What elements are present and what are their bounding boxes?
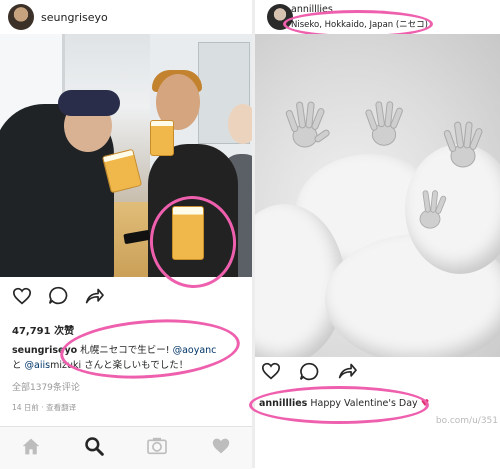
caption-mention[interactable]: @aiis [25,360,51,371]
share-icon[interactable] [84,287,104,305]
post-actions [261,362,357,385]
handprint-icon [285,101,330,148]
annotation-circle [58,313,242,385]
username[interactable]: seungriseyo [41,11,108,24]
handprint-icon [443,121,483,168]
activity-heart-icon[interactable] [211,437,231,459]
avatar[interactable] [8,4,34,30]
heart-icon[interactable] [12,287,32,305]
beer-mug [150,120,174,156]
search-icon[interactable] [84,436,104,460]
view-comments-link[interactable]: 全部1379条评论 [12,380,80,393]
annotation-circle [249,386,429,424]
left-post: seungriseyo 47,791 次赞 seungriseyo 札幌ニセコで… [0,0,252,469]
comment-icon[interactable] [48,286,68,305]
handprint-icon [419,190,447,229]
caption-prefix: と [12,360,22,371]
camera-icon[interactable] [146,437,168,459]
bottom-nav [0,426,252,469]
comment-icon[interactable] [299,362,319,385]
right-post: annilllies Niseko, Hokkaido, Japan (ニセコ) [249,0,500,468]
heart-icon[interactable] [261,362,281,385]
like-count[interactable]: 47,791 次赞 [12,322,74,337]
home-icon[interactable] [21,437,41,460]
post-timestamp: 14 日前 · 查看翻译 [12,403,77,412]
photo-face-right [228,104,252,144]
handprint-icon [365,101,403,146]
post-actions [12,286,104,305]
post-photo[interactable] [255,34,500,357]
watermark: bo.com/u/351 [435,416,498,426]
photo-goggles [58,90,120,116]
share-icon[interactable] [337,362,357,385]
left-post-header: seungriseyo [0,0,252,34]
